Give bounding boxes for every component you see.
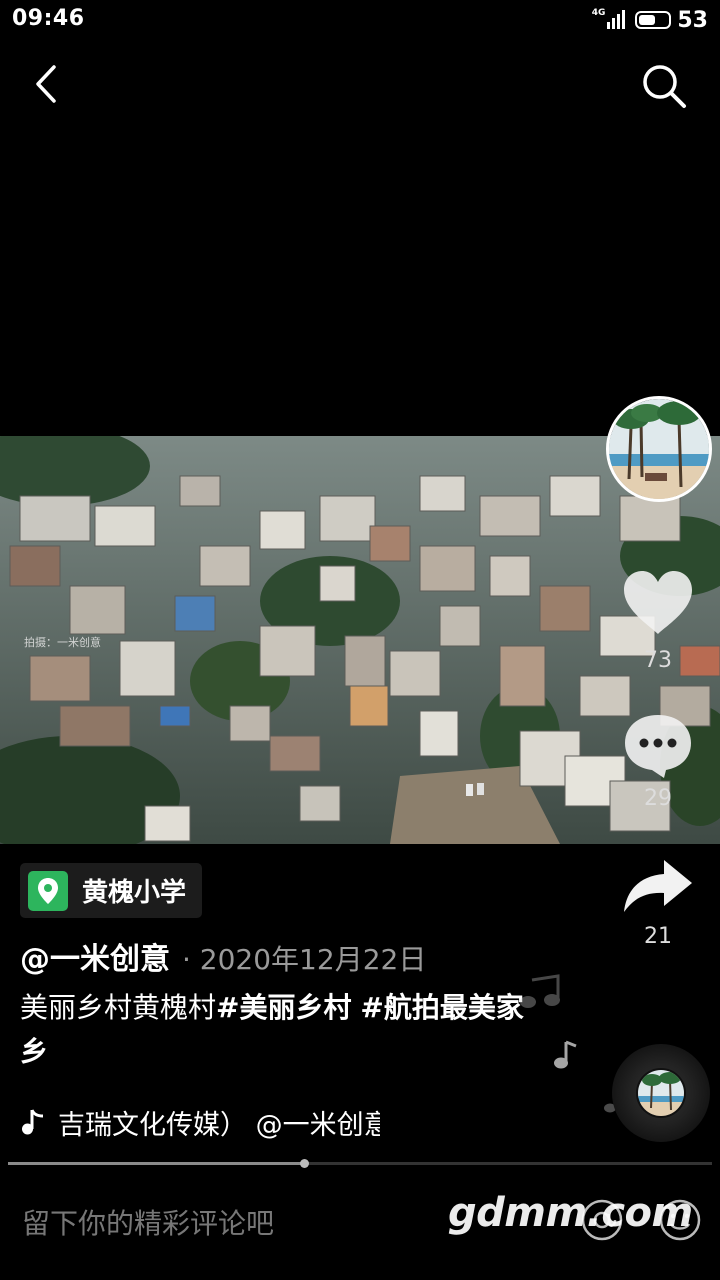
aerial-village-video-frame [0, 436, 720, 844]
avatar-beach-image [609, 399, 709, 499]
comment-bubble-icon [625, 715, 691, 778]
location-name: 黄槐小学 [82, 878, 187, 908]
music-note-icon [554, 1040, 577, 1069]
comment-bar: 留下你的精彩评论吧 gdmm.com [0, 1172, 720, 1280]
share-count: 21 [644, 924, 672, 949]
share-button[interactable] [620, 856, 696, 916]
heart-icon [624, 571, 692, 634]
status-bar: 09:46 4G 53 [0, 0, 720, 40]
music-note-icon [520, 974, 560, 1008]
video-progress-bar[interactable] [8, 1159, 712, 1168]
like-button[interactable] [620, 568, 696, 638]
caption-text: 美丽乡村黄槐村 [20, 991, 217, 1024]
site-watermark: gdmm.com [448, 1190, 693, 1236]
battery-icon [635, 11, 672, 29]
progress-handle[interactable] [299, 1159, 309, 1168]
signal-icon [607, 10, 626, 29]
progress-fill [8, 1162, 304, 1165]
status-time: 09:46 [12, 6, 85, 31]
search-icon [643, 65, 686, 108]
like-count: 73 [644, 648, 672, 673]
music-note-icon [22, 1109, 44, 1135]
search-button[interactable] [640, 62, 688, 110]
music-cover-image [636, 1068, 686, 1118]
music-title: 吉瑞文化传媒） @一米创意 [58, 1109, 380, 1141]
author-name[interactable]: @一米创意 [20, 934, 170, 978]
back-button[interactable] [28, 62, 72, 106]
video-player[interactable]: 拍摄：一米创意 [0, 436, 720, 844]
comment-count: 29 [644, 786, 672, 811]
post-date: · 2020年12月22日 [182, 943, 427, 976]
location-tag[interactable]: 黄槐小学 [20, 863, 203, 918]
hashtag-link[interactable]: #美丽乡村 [216, 991, 351, 1024]
comment-button[interactable] [622, 712, 694, 780]
battery-level: 53 [677, 7, 708, 33]
music-disc[interactable] [612, 1044, 710, 1142]
status-indicators: 4G 53 [592, 6, 708, 34]
author-avatar[interactable] [606, 396, 712, 502]
location-pin-icon [28, 870, 68, 911]
author-line: @一米创意 · 2020年12月22日 [20, 934, 426, 978]
music-line[interactable]: 吉瑞文化传媒） @一米创意 [20, 1102, 380, 1142]
post-caption: 美丽乡村黄槐村#美丽乡村 #航拍最美家乡 [20, 986, 540, 1074]
network-type: 4G [591, 8, 606, 18]
share-arrow-icon [624, 860, 692, 912]
chevron-left-icon [36, 65, 56, 103]
video-watermark: 拍摄：一米创意 [24, 636, 101, 649]
comment-input[interactable]: 留下你的精彩评论吧 [22, 1202, 274, 1242]
